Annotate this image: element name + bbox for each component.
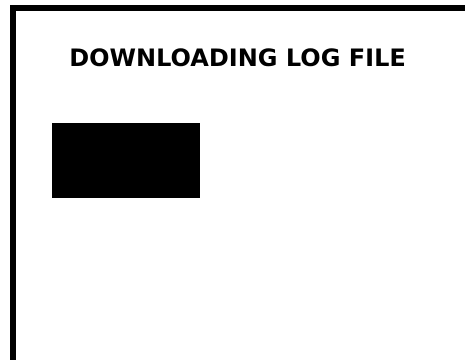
progress-indicator-block [52,123,200,198]
page-title: DOWNLOADING LOG FILE [69,44,406,72]
download-screen: DOWNLOADING LOG FILE [0,0,465,360]
